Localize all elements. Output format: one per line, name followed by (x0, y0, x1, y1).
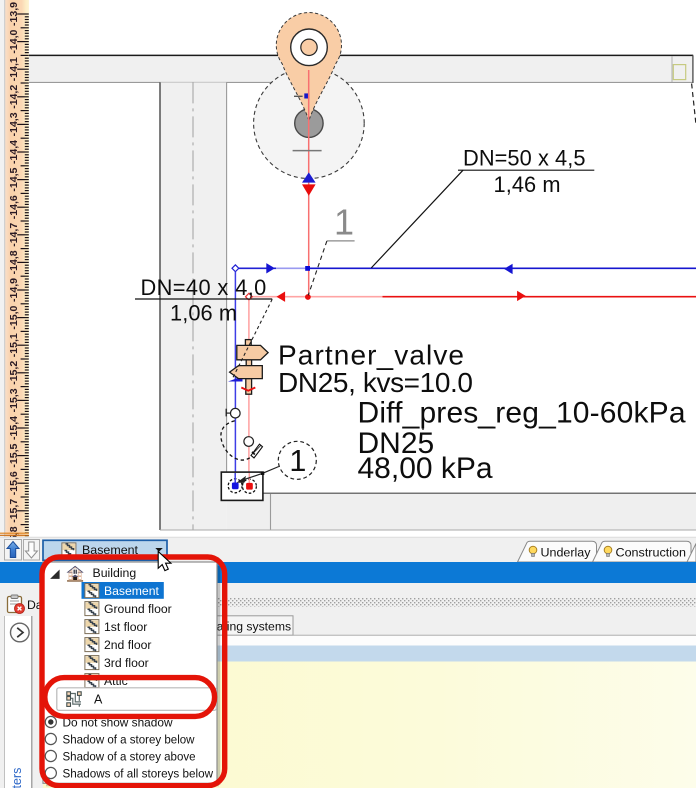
svg-text:Shadow of a storey below: Shadow of a storey below (63, 732, 195, 746)
svg-text:-15,1: -15,1 (9, 333, 20, 358)
svg-text:Shadows of all storeys below: Shadows of all storeys below (63, 766, 214, 780)
svg-text:1: 1 (289, 444, 306, 478)
svg-text:Partner_valve: Partner_valve (278, 340, 464, 371)
svg-text:-14,6: -14,6 (9, 195, 20, 220)
svg-text:-14,9: -14,9 (9, 277, 20, 302)
svg-text:Shadow of a storey above: Shadow of a storey above (63, 749, 196, 763)
svg-text:A: A (94, 692, 103, 706)
svg-text:1: 1 (334, 201, 354, 242)
svg-text:1,06 m: 1,06 m (170, 301, 237, 326)
svg-text:Construction: Construction (616, 546, 687, 560)
svg-text:-14,7: -14,7 (9, 222, 20, 247)
svg-text:48,00 kPa: 48,00 kPa (358, 452, 493, 485)
svg-text:DN25, kvs=10.0: DN25, kvs=10.0 (278, 367, 473, 398)
svg-text:Building: Building (93, 566, 137, 580)
svg-text:ters: ters (10, 768, 24, 788)
svg-text:-14,3: -14,3 (9, 112, 20, 137)
svg-text:-14,5: -14,5 (9, 167, 20, 192)
svg-text:-14,2: -14,2 (9, 84, 20, 109)
svg-text:-15,5: -15,5 (9, 443, 20, 468)
svg-text:-13,9: -13,9 (9, 1, 20, 26)
svg-text:-14,0: -14,0 (9, 29, 20, 54)
svg-text:-15,7: -15,7 (9, 498, 20, 523)
svg-text:Underlay: Underlay (541, 546, 592, 560)
svg-text:DN=50 x 4,5: DN=50 x 4,5 (463, 146, 586, 171)
svg-text:Diff_pres_reg_10-60kPa: Diff_pres_reg_10-60kPa (358, 397, 686, 430)
svg-text:Ground floor: Ground floor (104, 602, 172, 616)
svg-text:-14,8: -14,8 (9, 250, 20, 275)
svg-text:-14,1: -14,1 (9, 57, 20, 82)
svg-text:3rd floor: 3rd floor (104, 656, 149, 670)
svg-text:-15,4: -15,4 (9, 415, 20, 440)
svg-text:1,46 m: 1,46 m (494, 172, 561, 197)
svg-text:-15,2: -15,2 (9, 360, 20, 385)
svg-text:DN=40 x 4,0: DN=40 x 4,0 (141, 275, 267, 300)
svg-text:-15,6: -15,6 (9, 471, 20, 496)
svg-text:1st floor: 1st floor (104, 620, 147, 634)
svg-text:-15,3: -15,3 (9, 388, 20, 413)
svg-text:-14,4: -14,4 (9, 139, 20, 164)
svg-text:Basement: Basement (104, 584, 159, 598)
svg-text:2nd floor: 2nd floor (104, 638, 151, 652)
svg-text:-15,0: -15,0 (9, 305, 20, 330)
